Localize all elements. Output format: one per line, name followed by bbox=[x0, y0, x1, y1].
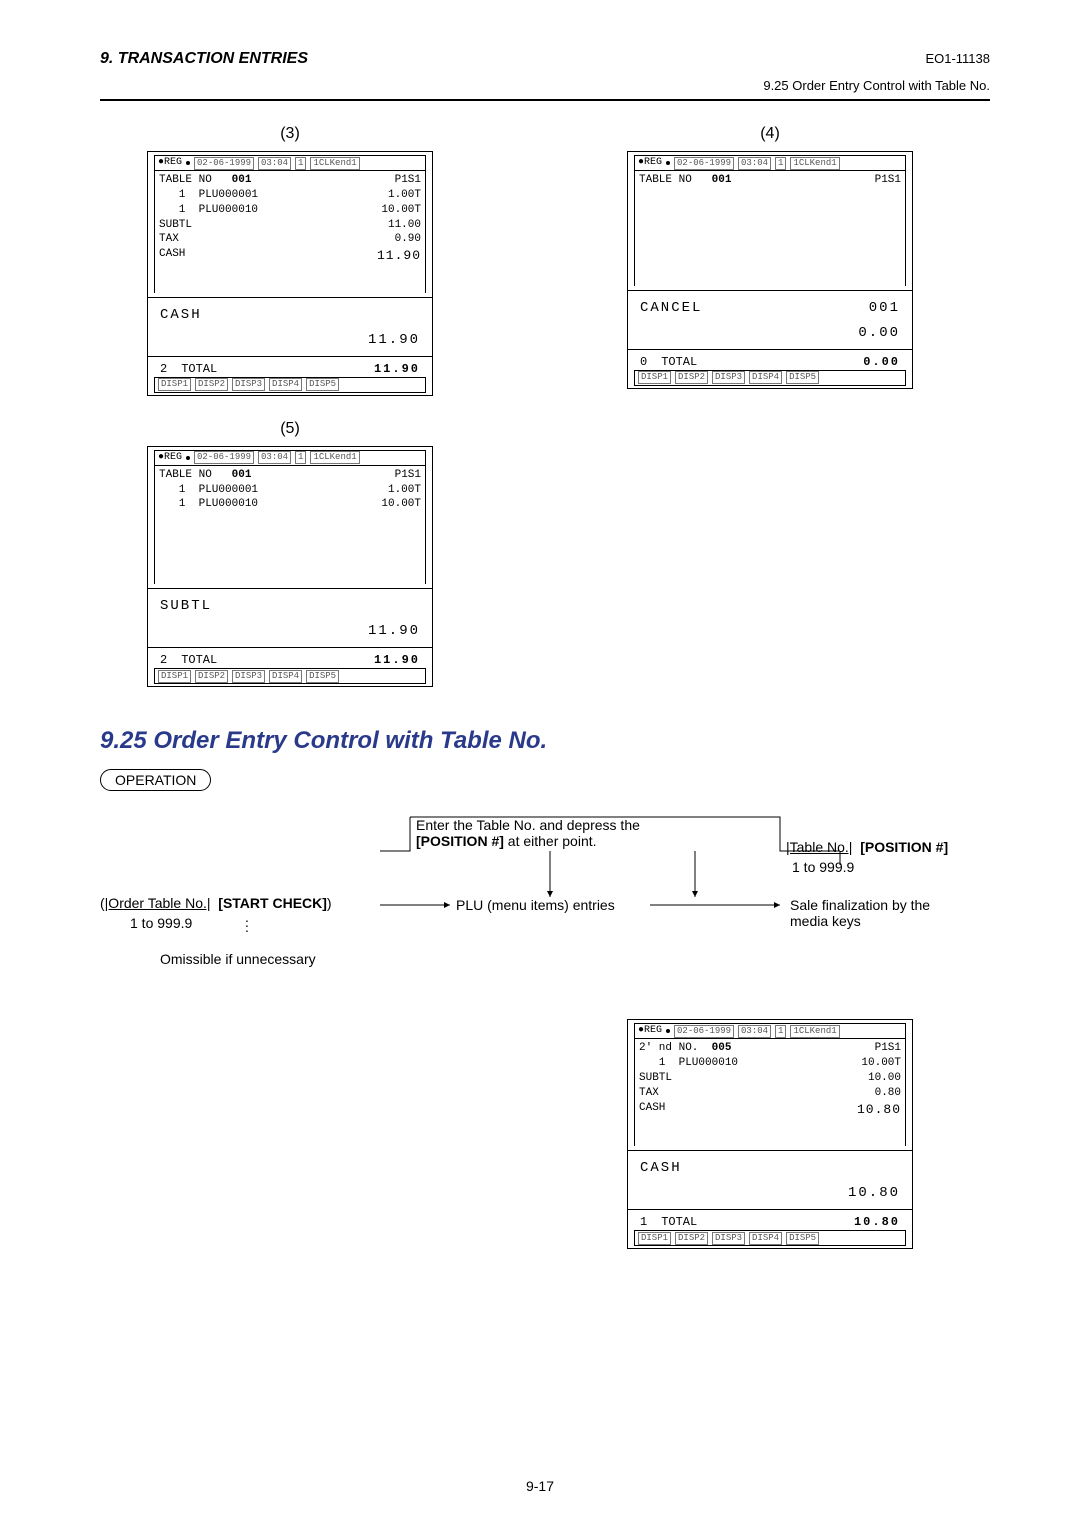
label-3: (3) bbox=[140, 125, 440, 143]
section-title: 9.25 Order Entry Control with Table No. bbox=[100, 727, 990, 755]
receipt-bottom-bar: DISP1 DISP2 DISP3 DISP4 DISP5 bbox=[154, 377, 426, 393]
receipt-4: ●REG 02-06-1999 03:04 1 1CLKend1 TABLE N… bbox=[627, 151, 913, 389]
label-5: (5) bbox=[140, 420, 440, 438]
label-4: (4) bbox=[620, 125, 920, 143]
receipt-3: ●REG 02-06-1999 03:04 1 1CLKend1 TABLE N… bbox=[147, 151, 433, 396]
receipt-5: ●REG 02-06-1999 03:04 1 1CLKend1 TABLE N… bbox=[147, 446, 433, 688]
doc-code: EO1-11138 bbox=[925, 51, 990, 66]
receipt-top-bar: ●REG 02-06-1999 03:04 1 1CLKend1 bbox=[154, 155, 426, 171]
operation-badge: OPERATION bbox=[100, 769, 211, 791]
page-number: 9-17 bbox=[0, 1478, 1080, 1494]
section-header: 9. TRANSACTION ENTRIES bbox=[100, 50, 308, 68]
flow-diagram: Enter the Table No. and depress the [POS… bbox=[100, 809, 990, 1009]
receipt-6: ●REG 02-06-1999 03:04 1 1CLKend1 2' nd N… bbox=[627, 1019, 913, 1249]
subheader: 9.25 Order Entry Control with Table No. bbox=[100, 78, 990, 93]
hr bbox=[100, 99, 990, 101]
